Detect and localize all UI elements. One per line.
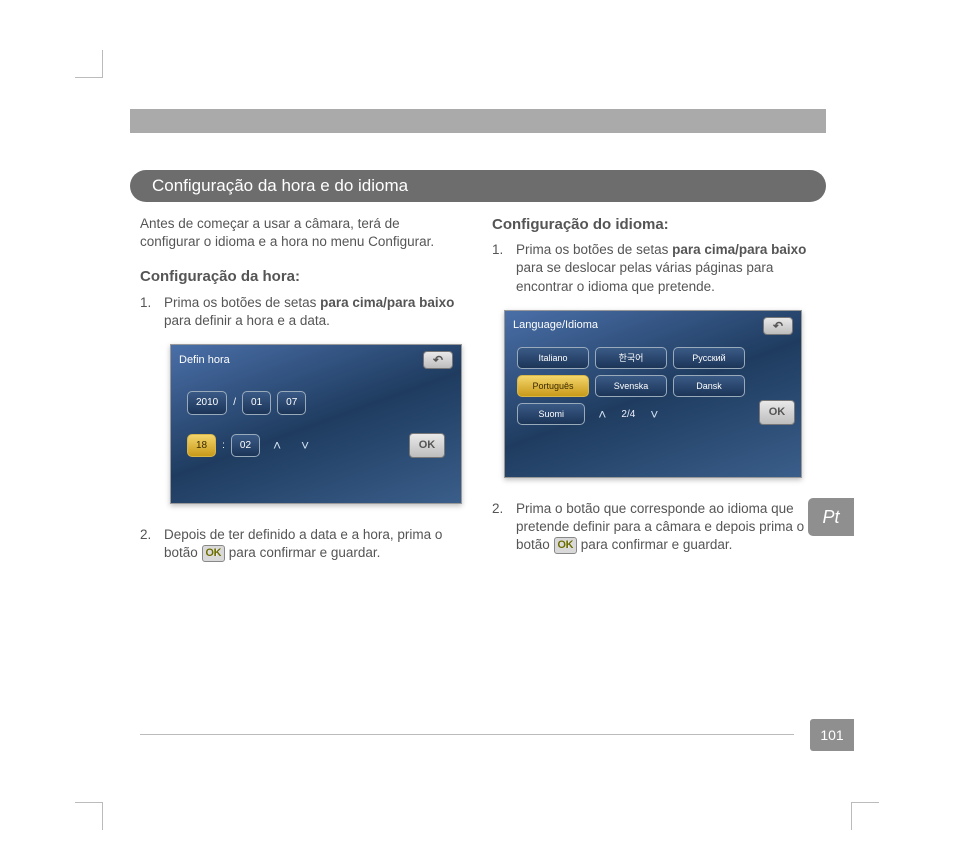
time-screen-title: Defin hora	[179, 353, 230, 368]
lang-screen-title: Language/Idioma	[513, 318, 598, 333]
down-arrow-icon: ˅	[294, 436, 316, 456]
month-chip: 01	[242, 391, 271, 415]
lang-option: Suomi	[517, 403, 585, 425]
up-arrow-icon: ˄	[591, 404, 613, 424]
minute-chip: 02	[231, 434, 260, 458]
down-arrow-icon: ˅	[643, 404, 665, 424]
lang-option: Italiano	[517, 347, 589, 369]
crop-mark-tl	[75, 50, 103, 78]
language-setting-screenshot: Language/Idioma ↶ Italiano 한국어 Русский P…	[504, 310, 802, 478]
lang-pager: 2/4	[619, 408, 637, 422]
year-chip: 2010	[187, 391, 227, 415]
right-column: Configuração do idioma: 1. Prima os botõ…	[492, 215, 814, 575]
lang-step-2: 2. Prima o botão que corresponde ao idio…	[492, 500, 814, 555]
page-number: 101	[810, 719, 854, 751]
lang-option: 한국어	[595, 347, 667, 369]
lang-option: Svenska	[595, 375, 667, 397]
back-icon: ↶	[423, 351, 453, 369]
back-icon: ↶	[763, 317, 793, 335]
lang-option: Dansk	[673, 375, 745, 397]
ok-icon: OK	[202, 545, 226, 562]
hour-step-1: 1. Prima os botões de setas para cima/pa…	[140, 294, 462, 330]
hour-heading: Configuração da hora:	[140, 267, 462, 287]
left-column: Antes de começar a usar a câmara, terá d…	[140, 215, 462, 575]
language-heading: Configuração do idioma:	[492, 215, 814, 235]
section-title-bar: Configuração da hora e do idioma	[130, 170, 826, 202]
ok-icon: OK	[554, 537, 578, 554]
time-setting-screenshot: Defin hora ↶ 2010 / 01 07 18 : 02 ˄ ˅ OK	[170, 344, 462, 504]
ok-button-chip: OK	[759, 400, 795, 425]
up-arrow-icon: ˄	[266, 436, 288, 456]
language-side-tab: Pt	[808, 498, 854, 536]
crop-mark-br	[851, 802, 879, 830]
ok-button-chip: OK	[409, 433, 445, 458]
hour-chip: 18	[187, 434, 216, 458]
day-chip: 07	[277, 391, 306, 415]
footer-divider	[140, 734, 794, 735]
lang-option: Русский	[673, 347, 745, 369]
intro-text: Antes de começar a usar a câmara, terá d…	[140, 215, 462, 251]
lang-option-selected: Português	[517, 375, 589, 397]
lang-step-1: 1. Prima os botões de setas para cima/pa…	[492, 241, 814, 296]
crop-mark-bl	[75, 802, 103, 830]
hour-step-2: 2. Depois de ter definido a data e a hor…	[140, 526, 462, 562]
top-divider-bar	[130, 109, 826, 133]
